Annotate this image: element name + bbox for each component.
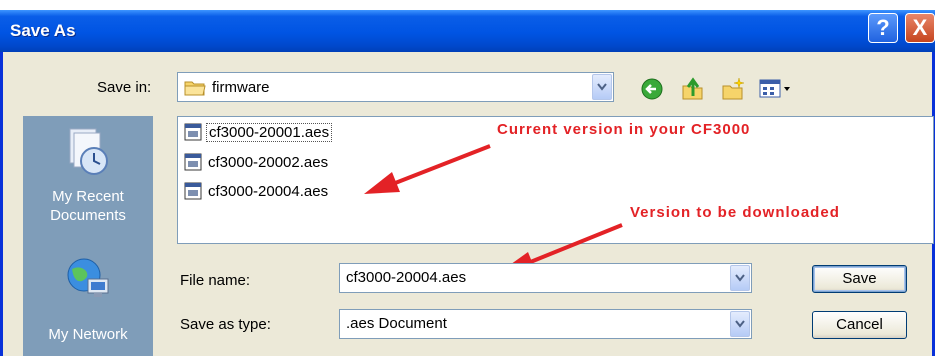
chevron-down-icon[interactable] bbox=[730, 311, 750, 337]
cancel-button[interactable]: Cancel bbox=[812, 311, 907, 339]
save-as-type-select[interactable]: .aes Document bbox=[339, 309, 752, 339]
arrow-current-version-icon bbox=[364, 144, 491, 194]
save-as-type-label: Save as type: bbox=[180, 316, 271, 333]
save-button[interactable]: Save bbox=[812, 265, 907, 293]
chevron-down-icon[interactable] bbox=[730, 265, 750, 291]
file-name-input[interactable]: cf3000-20004.aes bbox=[339, 263, 752, 293]
save-as-type-value: .aes Document bbox=[346, 315, 447, 332]
file-name-value: cf3000-20004.aes bbox=[346, 269, 467, 286]
file-name-label: File name: bbox=[180, 272, 251, 289]
annotation-arrows bbox=[364, 144, 623, 272]
